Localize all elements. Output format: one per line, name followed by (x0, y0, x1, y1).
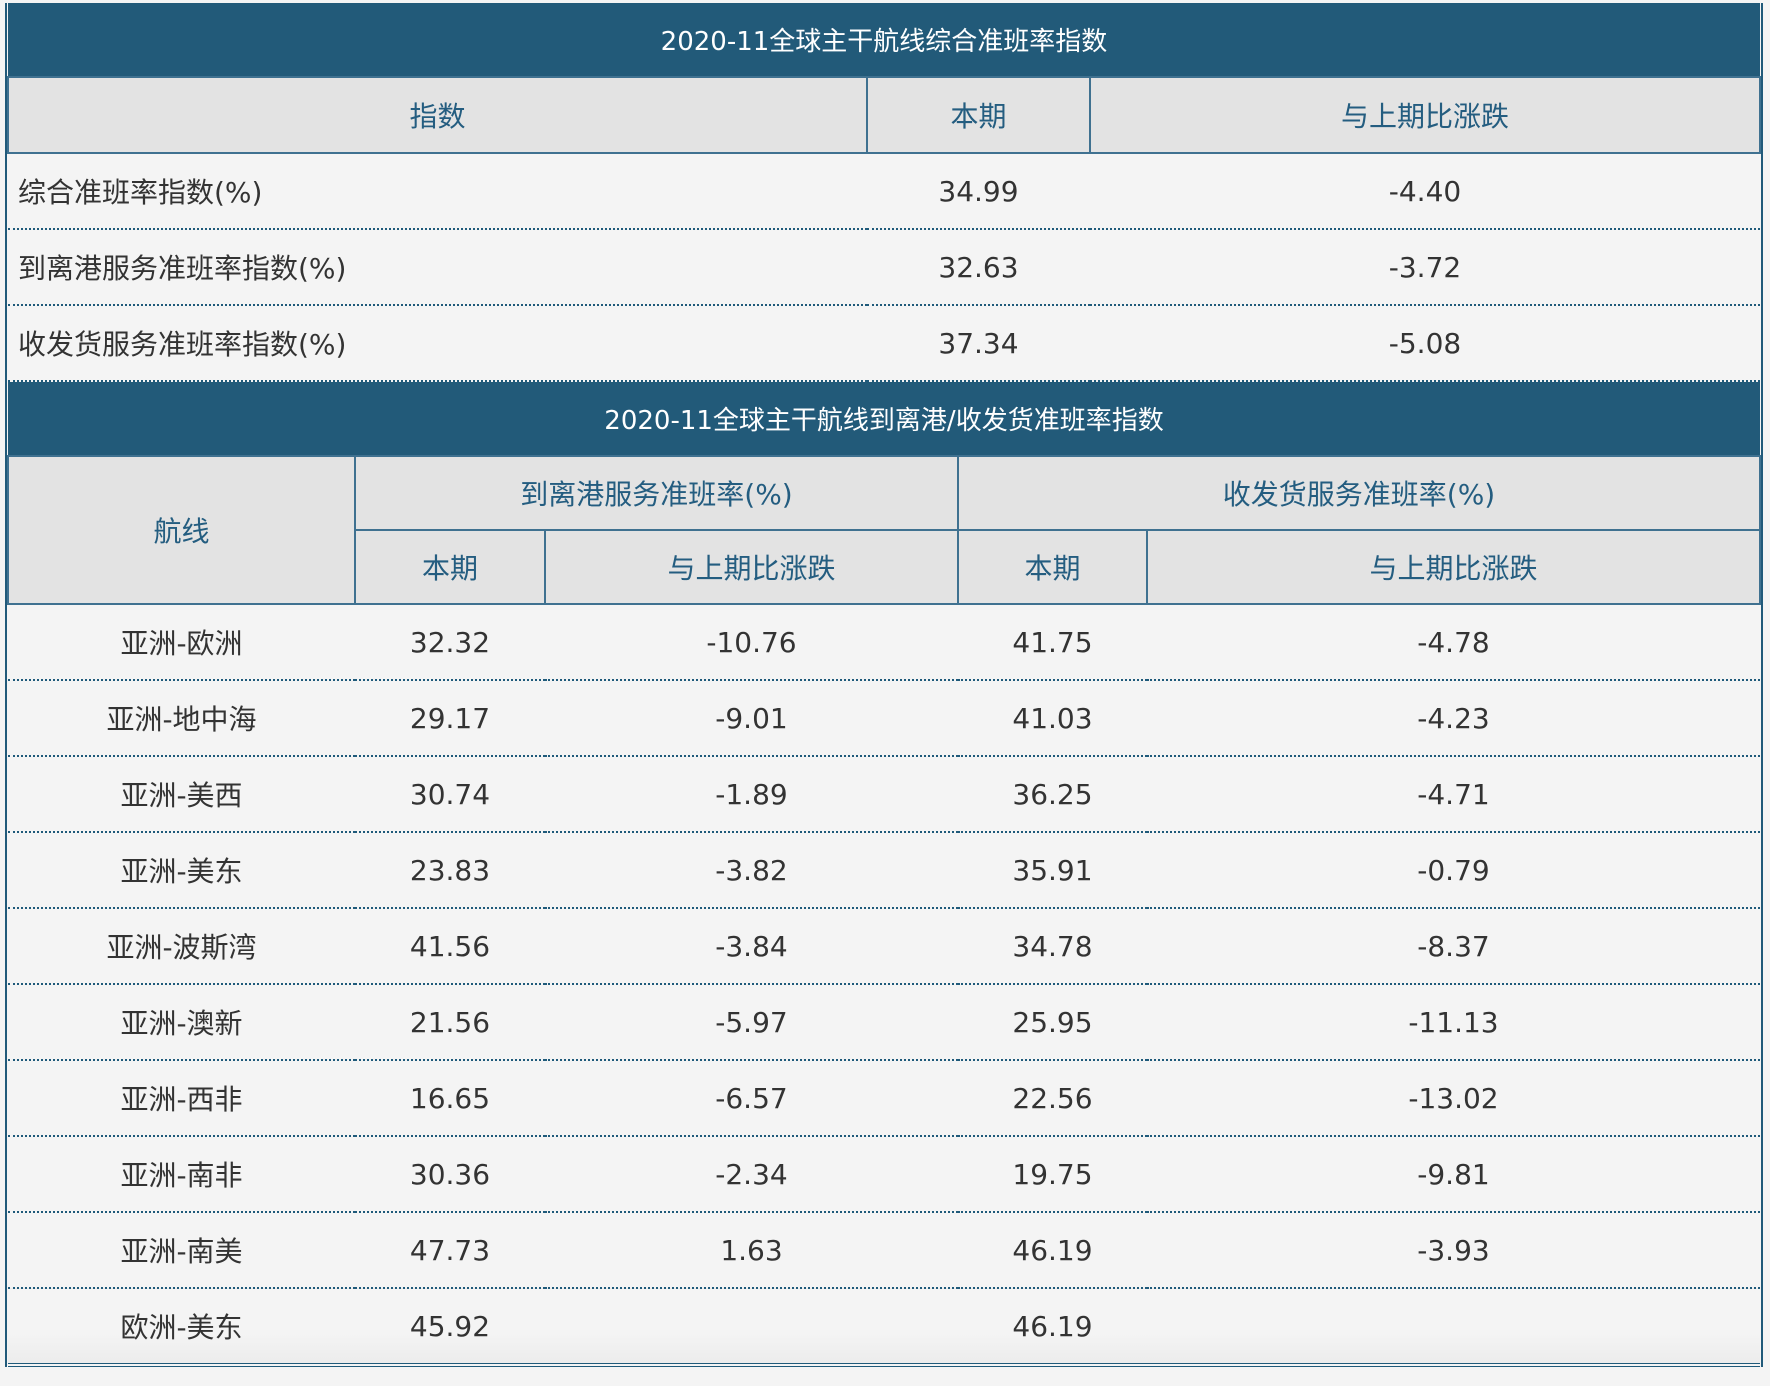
port-current: 45.92 (355, 1288, 545, 1367)
cargo-current: 36.25 (958, 756, 1147, 833)
index-name: 收发货服务准班率指数(%) (8, 305, 867, 382)
route-name: 亚洲-波斯湾 (8, 908, 355, 985)
table-row: 亚洲-西非 16.65 -6.57 22.56 -13.02 (8, 1060, 1760, 1137)
table-row: 亚洲-南美 47.73 1.63 46.19 -3.93 (8, 1212, 1760, 1289)
summary-index-table: 2020-11全球主干航线综合准班率指数 指数 本期 与上期比涨跌 综合准班率指… (7, 3, 1761, 382)
port-change: -5.97 (545, 984, 958, 1061)
route-name: 亚洲-地中海 (8, 680, 355, 757)
cargo-current: 46.19 (958, 1212, 1147, 1289)
route-name: 亚洲-澳新 (8, 984, 355, 1061)
index-current: 37.34 (867, 305, 1090, 382)
port-change: -2.34 (545, 1136, 958, 1213)
table-row: 亚洲-澳新 21.56 -5.97 25.95 -11.13 (8, 984, 1760, 1061)
cargo-change: -3.93 (1147, 1212, 1760, 1289)
port-change: -10.76 (545, 604, 958, 681)
route-name: 亚洲-南非 (8, 1136, 355, 1213)
table-row: 亚洲-欧洲 32.32 -10.76 41.75 -4.78 (8, 604, 1760, 681)
route-name: 亚洲-欧洲 (8, 604, 355, 681)
port-current: 23.83 (355, 832, 545, 909)
table-row: 亚洲-美西 30.74 -1.89 36.25 -4.71 (8, 756, 1760, 833)
cargo-change: -0.79 (1147, 832, 1760, 909)
cargo-current: 34.78 (958, 908, 1147, 985)
route-name: 亚洲-南美 (8, 1212, 355, 1289)
index-change: -4.40 (1090, 153, 1760, 230)
table-row: 到离港服务准班率指数(%) 32.63 -3.72 (8, 229, 1760, 306)
table-row: 收发货服务准班率指数(%) 37.34 -5.08 (8, 305, 1760, 382)
table-row: 亚洲-波斯湾 41.56 -3.84 34.78 -8.37 (8, 908, 1760, 985)
index-change: -5.08 (1090, 305, 1760, 382)
cargo-current: 46.19 (958, 1288, 1147, 1367)
header-port-service: 到离港服务准班率(%) (354, 455, 959, 531)
header-port-change: 与上期比涨跌 (544, 529, 959, 605)
cargo-current: 25.95 (958, 984, 1147, 1061)
header-port-current: 本期 (354, 529, 546, 605)
port-current: 29.17 (355, 680, 545, 757)
cargo-change: -4.78 (1147, 604, 1760, 681)
table-row: 亚洲-美东 23.83 -3.82 35.91 -0.79 (8, 832, 1760, 909)
cargo-change (1147, 1288, 1760, 1367)
route-name: 欧洲-美东 (8, 1288, 355, 1367)
index-current: 34.99 (867, 153, 1090, 230)
header-index: 指数 (7, 76, 868, 154)
cargo-change: -8.37 (1147, 908, 1760, 985)
index-current: 32.63 (867, 229, 1090, 306)
table-row: 亚洲-地中海 29.17 -9.01 41.03 -4.23 (8, 680, 1760, 757)
cargo-change: -11.13 (1147, 984, 1760, 1061)
header-current: 本期 (866, 76, 1091, 154)
port-change: -3.84 (545, 908, 958, 985)
port-current: 41.56 (355, 908, 545, 985)
port-current: 32.32 (355, 604, 545, 681)
route-table-title: 2020-11全球主干航线到离港/收发货准班率指数 (8, 382, 1760, 456)
route-name: 亚洲-美西 (8, 756, 355, 833)
header-cargo-change: 与上期比涨跌 (1146, 529, 1761, 605)
summary-table-title: 2020-11全球主干航线综合准班率指数 (8, 3, 1760, 77)
port-change: -1.89 (545, 756, 958, 833)
port-current: 30.36 (355, 1136, 545, 1213)
port-change: -9.01 (545, 680, 958, 757)
port-current: 16.65 (355, 1060, 545, 1137)
header-cargo-current: 本期 (957, 529, 1148, 605)
cargo-change: -4.71 (1147, 756, 1760, 833)
route-name: 亚洲-美东 (8, 832, 355, 909)
table-row: 综合准班率指数(%) 34.99 -4.40 (8, 153, 1760, 230)
header-route: 航线 (7, 455, 356, 605)
cargo-current: 41.03 (958, 680, 1147, 757)
table-row: 欧洲-美东 45.92 46.19 (8, 1288, 1760, 1367)
port-change: -3.82 (545, 832, 958, 909)
cargo-change: -4.23 (1147, 680, 1760, 757)
port-change: 1.63 (545, 1212, 958, 1289)
port-current: 21.56 (355, 984, 545, 1061)
index-name: 到离港服务准班率指数(%) (8, 229, 867, 306)
index-change: -3.72 (1090, 229, 1760, 306)
port-current: 47.73 (355, 1212, 545, 1289)
table-row: 亚洲-南非 30.36 -2.34 19.75 -9.81 (8, 1136, 1760, 1213)
port-current: 30.74 (355, 756, 545, 833)
punctuality-report: 2020-11全球主干航线综合准班率指数 指数 本期 与上期比涨跌 综合准班率指… (5, 3, 1763, 1367)
port-change: -6.57 (545, 1060, 958, 1137)
header-change: 与上期比涨跌 (1089, 76, 1761, 154)
route-name: 亚洲-西非 (8, 1060, 355, 1137)
cargo-current: 19.75 (958, 1136, 1147, 1213)
cargo-current: 35.91 (958, 832, 1147, 909)
header-cargo-service: 收发货服务准班率(%) (957, 455, 1761, 531)
index-name: 综合准班率指数(%) (8, 153, 867, 230)
cargo-current: 22.56 (958, 1060, 1147, 1137)
route-index-table: 2020-11全球主干航线到离港/收发货准班率指数 航线 到离港服务准班率(%)… (7, 382, 1761, 1367)
cargo-change: -13.02 (1147, 1060, 1760, 1137)
cargo-change: -9.81 (1147, 1136, 1760, 1213)
port-change (545, 1288, 958, 1367)
cargo-current: 41.75 (958, 604, 1147, 681)
